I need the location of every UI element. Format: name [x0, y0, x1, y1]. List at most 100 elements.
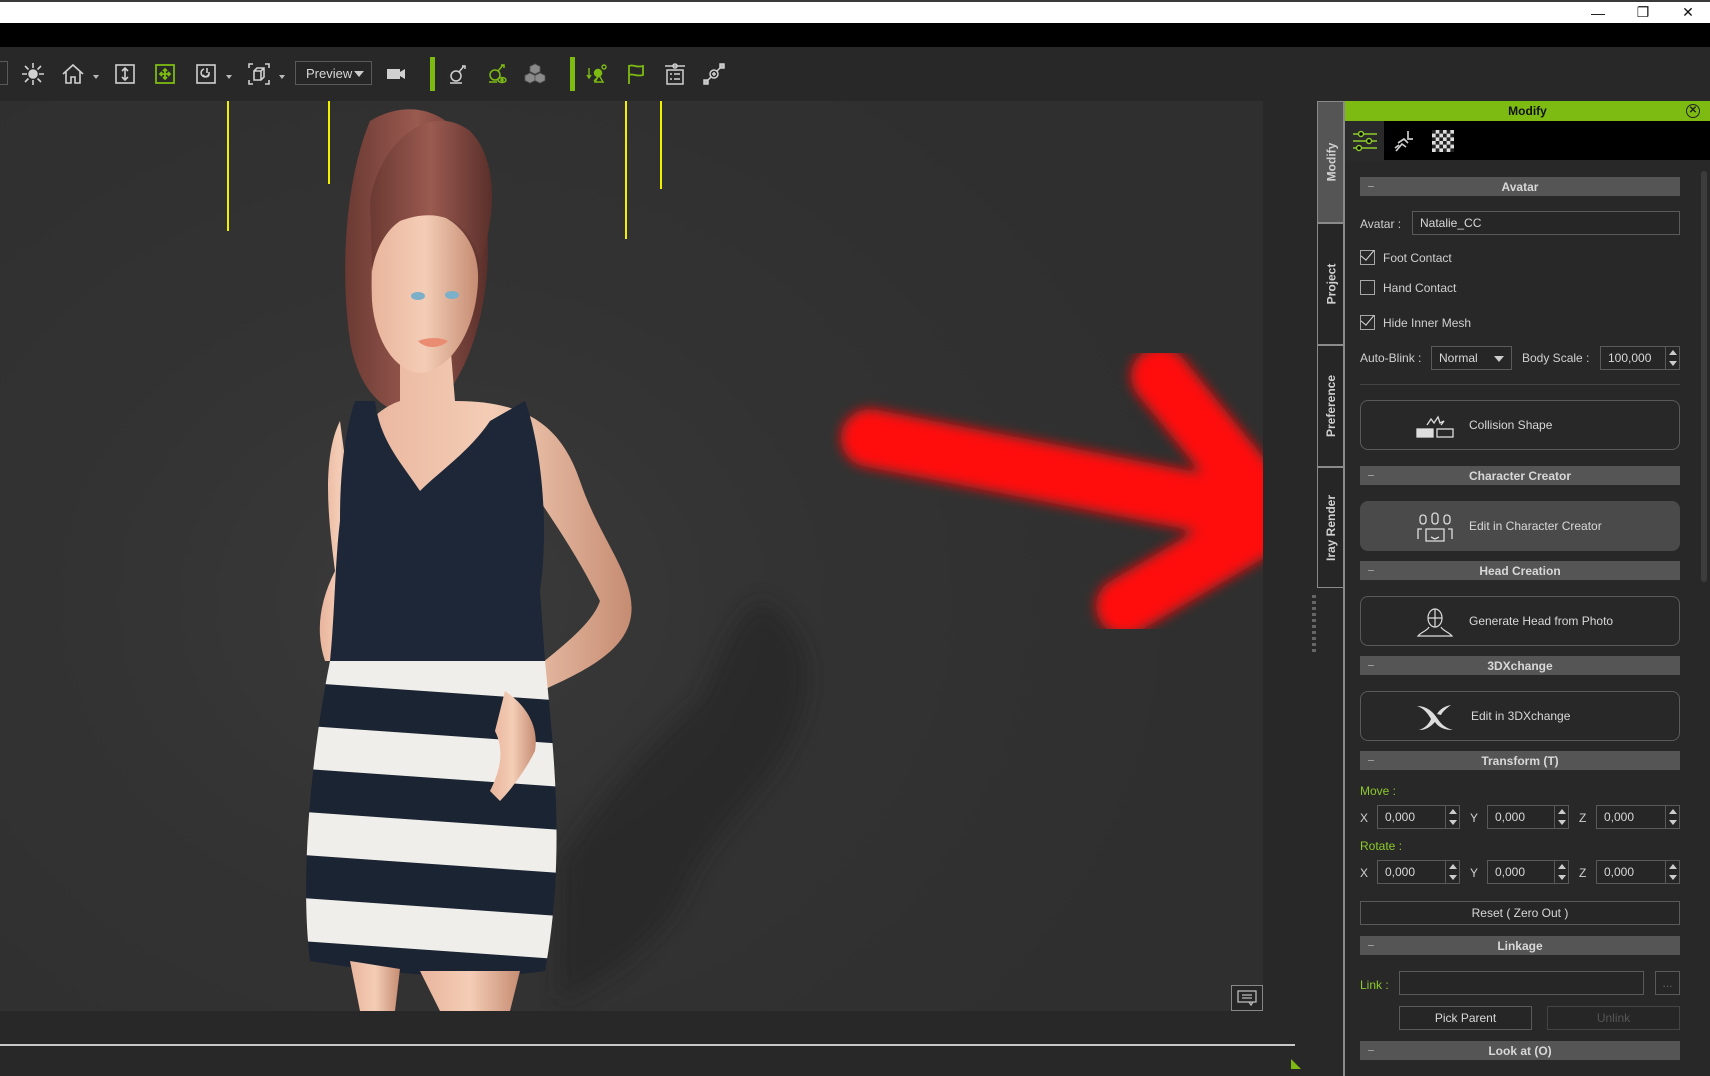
move-x-stepper[interactable]: [1445, 806, 1459, 828]
generate-head-from-photo-button[interactable]: Generate Head from Photo: [1360, 596, 1680, 646]
browse-link-button[interactable]: ...: [1655, 971, 1680, 995]
rotate-x-input[interactable]: 0,000: [1377, 860, 1460, 884]
auto-blink-label: Auto-Blink :: [1360, 351, 1422, 365]
frame-box-icon[interactable]: [246, 61, 272, 87]
collapse-icon: [1368, 665, 1374, 666]
move-y-stepper[interactable]: [1554, 806, 1568, 828]
flag-icon[interactable]: [623, 61, 649, 87]
move-x-input[interactable]: 0,000: [1377, 805, 1460, 829]
motion-pick-icon[interactable]: [444, 61, 470, 87]
section-head-creation[interactable]: Head Creation: [1360, 561, 1680, 580]
rotate-label: Rotate :: [1360, 839, 1403, 853]
unlink-button[interactable]: Unlink: [1547, 1006, 1680, 1030]
move-z-value: 0,000: [1604, 810, 1635, 824]
properties-list-icon[interactable]: [662, 61, 688, 87]
fit-vertical-icon[interactable]: [112, 61, 138, 87]
section-title: Avatar: [1501, 179, 1539, 194]
rotate-x-stepper[interactable]: [1445, 861, 1459, 883]
move-y-input[interactable]: 0,000: [1487, 805, 1569, 829]
camera-icon[interactable]: [383, 61, 409, 87]
hand-contact-checkbox[interactable]: [1360, 280, 1375, 295]
avatar-name-field[interactable]: Natalie_CC: [1412, 211, 1680, 235]
home-camera-icon[interactable]: [60, 61, 86, 87]
tab-iray-render[interactable]: Iray Render: [1317, 467, 1344, 588]
close-panel-button[interactable]: ✕: [1686, 104, 1700, 118]
tab-modify[interactable]: Modify: [1317, 101, 1344, 223]
reset-zero-out-button[interactable]: Reset ( Zero Out ): [1360, 901, 1680, 925]
section-3dxchange[interactable]: 3DXchange: [1360, 656, 1680, 675]
collision-shape-label: Collision Shape: [1469, 418, 1553, 432]
timeline-track[interactable]: [0, 1044, 1295, 1046]
rotate-dropdown-caret[interactable]: [226, 75, 232, 79]
cubes-icon[interactable]: [522, 61, 548, 87]
comment-button[interactable]: [1231, 985, 1263, 1011]
frame-dropdown-caret[interactable]: [279, 75, 285, 79]
collision-shape-button[interactable]: Collision Shape: [1360, 400, 1680, 450]
rotate-y-input[interactable]: 0,000: [1487, 860, 1569, 884]
section-character-creator[interactable]: Character Creator: [1360, 466, 1680, 485]
home-dropdown-caret[interactable]: [93, 75, 99, 79]
move-z-stepper[interactable]: [1665, 806, 1679, 828]
rotate-x-value: 0,000: [1385, 865, 1416, 879]
panel-splitter-handle[interactable]: [1312, 595, 1316, 653]
reset-label: Reset ( Zero Out ): [1471, 906, 1569, 920]
tab-preference[interactable]: Preference: [1317, 345, 1344, 467]
motion-run-icon[interactable]: [1384, 121, 1423, 160]
render-mode-value: Preview: [306, 65, 353, 81]
tab-project[interactable]: Project: [1317, 223, 1344, 345]
move-label: Move :: [1360, 784, 1397, 798]
3d-viewport[interactable]: [0, 101, 1263, 1011]
collapse-icon: [1368, 570, 1374, 571]
motion-view-icon[interactable]: [484, 61, 510, 87]
auto-blink-value: Normal: [1439, 351, 1478, 365]
move-x-axis-label: X: [1360, 811, 1369, 825]
section-transform[interactable]: Transform (T): [1360, 751, 1680, 770]
divider: [1360, 384, 1680, 385]
modify-panel: Modify ✕ Avatar Avatar : Natalie_CC Foot…: [1343, 101, 1710, 1076]
chevron-down-icon: [1494, 356, 1504, 362]
rotate-y-value: 0,000: [1495, 865, 1526, 879]
link-input[interactable]: [1399, 971, 1644, 995]
move-gizmo-icon[interactable]: [152, 61, 178, 87]
panel-scrollbar[interactable]: [1701, 171, 1707, 582]
foot-contact-checkbox[interactable]: [1360, 250, 1375, 265]
physics-icon[interactable]: [584, 61, 610, 87]
auto-blink-dropdown[interactable]: Normal: [1431, 346, 1512, 370]
minimize-button[interactable]: —: [1575, 2, 1621, 23]
avatar-label: Avatar :: [1360, 217, 1402, 231]
hand-contact-label: Hand Contact: [1383, 281, 1457, 295]
menu-bar: [0, 23, 1710, 47]
close-window-button[interactable]: ✕: [1665, 2, 1710, 23]
rotate-z-stepper[interactable]: [1665, 861, 1679, 883]
sun-light-icon[interactable]: [20, 61, 46, 87]
maximize-button[interactable]: ❐: [1620, 2, 1666, 23]
link-edit-icon[interactable]: [701, 61, 727, 87]
move-z-input[interactable]: 0,000: [1596, 805, 1680, 829]
more-icon: ...: [1662, 976, 1673, 990]
section-avatar[interactable]: Avatar: [1360, 177, 1680, 196]
resize-grip-icon[interactable]: [1291, 1059, 1301, 1069]
body-scale-stepper[interactable]: [1665, 347, 1679, 369]
title-bar: — ❐ ✕: [0, 0, 1710, 23]
toolbar-left-dropdown[interactable]: [0, 61, 8, 85]
edit-in-3dxchange-button[interactable]: Edit in 3DXchange: [1360, 691, 1680, 741]
section-linkage[interactable]: Linkage: [1360, 936, 1680, 955]
rotate-y-stepper[interactable]: [1554, 861, 1568, 883]
character-group-icon: [1417, 512, 1453, 542]
render-mode-dropdown[interactable]: Preview: [295, 61, 372, 85]
checker-material-icon[interactable]: [1423, 121, 1462, 160]
hide-inner-mesh-checkbox[interactable]: [1360, 315, 1375, 330]
section-title: Linkage: [1497, 938, 1543, 953]
section-title: Character Creator: [1468, 468, 1572, 483]
toolbar-separator: [430, 57, 435, 91]
generate-head-from-photo-label: Generate Head from Photo: [1469, 614, 1614, 628]
body-scale-label: Body Scale :: [1522, 351, 1590, 365]
body-scale-input[interactable]: 100,000: [1600, 346, 1680, 370]
collapse-icon: [1368, 760, 1374, 761]
pick-parent-button[interactable]: Pick Parent: [1399, 1006, 1532, 1030]
rotate-z-input[interactable]: 0,000: [1596, 860, 1680, 884]
rotate-view-icon[interactable]: [193, 61, 219, 87]
section-look-at[interactable]: Look at (O): [1360, 1041, 1680, 1060]
sliders-icon[interactable]: [1345, 121, 1384, 161]
edit-in-character-creator-button[interactable]: Edit in Character Creator: [1360, 501, 1680, 551]
